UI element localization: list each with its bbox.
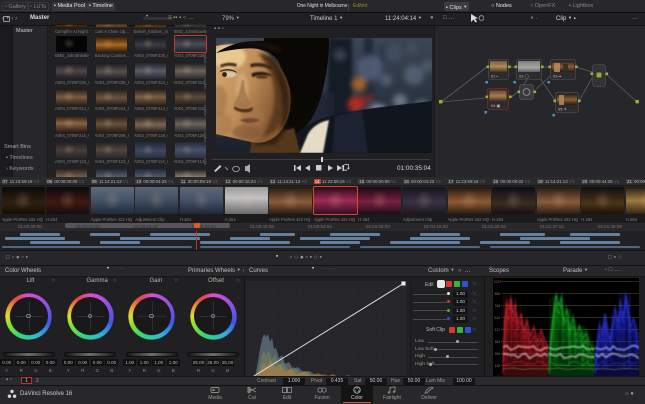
svg-text:1023: 1023 [494,280,502,284]
svg-text:512: 512 [495,328,501,332]
svg-text:02 ◯: 02 ◯ [519,74,530,79]
svg-text:01 ▪: 01 ▪ [491,74,499,79]
svg-text:384: 384 [495,340,501,344]
svg-text:03 ▪▪: 03 ▪▪ [553,74,562,79]
svg-text:896: 896 [495,292,501,296]
svg-text:128: 128 [495,364,501,368]
svg-text:04 ▣: 04 ▣ [491,103,501,108]
svg-text:640: 640 [495,316,501,320]
svg-text:768: 768 [495,304,501,308]
svg-text:256: 256 [495,352,501,356]
svg-text:05 ✦: 05 ✦ [558,107,568,112]
